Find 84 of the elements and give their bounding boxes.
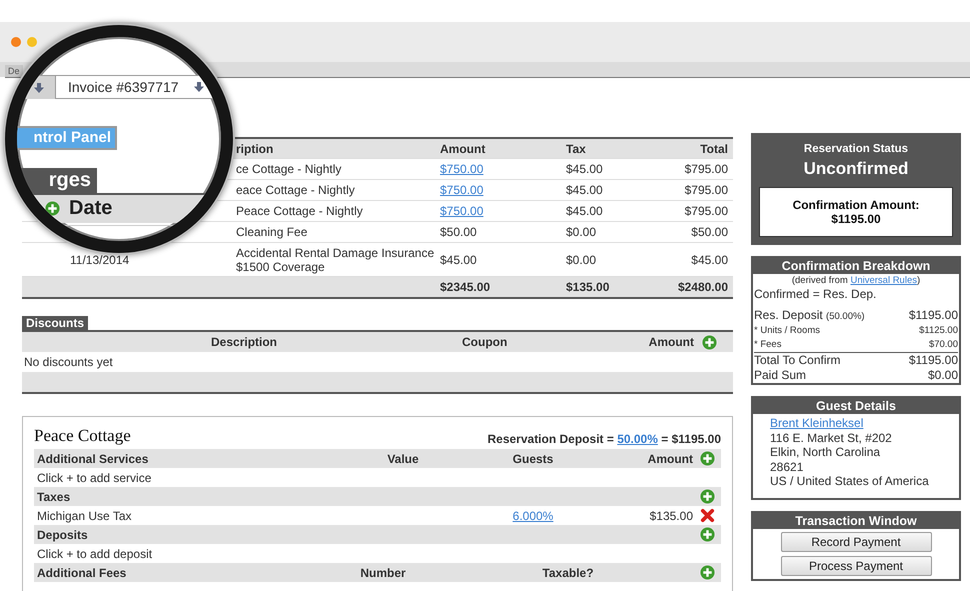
amount-value: $1195.00 xyxy=(830,212,882,226)
column-header: Guests xyxy=(512,452,554,466)
tax-rate-link[interactable]: 6.000% xyxy=(512,508,554,522)
empty-hint: Click + to add service xyxy=(37,470,152,484)
browser-tab[interactable]: De xyxy=(5,65,23,77)
empty-hint: No discounts yet xyxy=(23,355,114,369)
address-line: US / United States of America xyxy=(770,474,930,488)
table-cell-text: $45.00 xyxy=(566,204,604,218)
control-panel-button[interactable]: ntrol Panel xyxy=(17,126,117,150)
column-header: Number xyxy=(359,566,407,580)
panel-title: Guest Details xyxy=(753,398,959,414)
amount-link[interactable]: $750.00 xyxy=(440,183,484,197)
column-header: Amount xyxy=(648,335,694,349)
status-text: Unconfirmed xyxy=(802,159,910,179)
total-cell-text: $135.00 xyxy=(566,280,610,294)
deposit-summary: Reservation Deposit = 50.00% = $1195.00 xyxy=(487,432,721,446)
unit-name: Peace Cottage xyxy=(34,426,131,446)
column-header: Description xyxy=(210,335,278,349)
table-cell-text: $45.00 xyxy=(440,252,478,266)
payment-button[interactable]: Record Payment xyxy=(780,532,932,552)
table-cell-text: eace Cottage - Nightly xyxy=(236,183,356,197)
address-line: Elkin, North Carolina xyxy=(770,445,882,460)
total-cell-text: $2480.00 xyxy=(676,280,729,294)
rule-text: Confirmed = Res. Dep. xyxy=(754,286,878,302)
amount-link[interactable]: $750.00 xyxy=(440,204,484,218)
column-header: Amount xyxy=(440,142,486,156)
deposit-percent-link[interactable]: 50.00% xyxy=(617,432,658,446)
amount-link[interactable]: $750.00 xyxy=(440,162,484,176)
breakdown-label: Paid Sum xyxy=(754,368,806,383)
column-header: Date xyxy=(69,196,112,221)
section-title: Deposits xyxy=(37,528,89,542)
column-header: Total xyxy=(699,142,729,156)
breakdown-label: * Fees xyxy=(754,338,782,352)
panel-title: Transaction Window xyxy=(753,512,959,528)
breakdown-label: * Units / Rooms xyxy=(754,324,820,338)
table-cell-text: $50.00 xyxy=(690,225,729,239)
panel-title: Reservation Status xyxy=(802,143,910,155)
table-cell-text: Cleaning Fee xyxy=(236,225,308,239)
breakdown-value: $1125.00 xyxy=(919,324,958,338)
section-label: Discounts xyxy=(22,316,88,330)
table-cell-text: $0.00 xyxy=(566,252,598,266)
breakdown-value: $70.00 xyxy=(928,338,958,352)
tax-name: Michigan Use Tax xyxy=(37,508,132,522)
table-cell-text: $45.00 xyxy=(566,183,604,197)
address-line: 28621 xyxy=(770,460,804,474)
column-header: Amount xyxy=(646,452,693,466)
breakdown-value: $1195.00 xyxy=(908,308,958,324)
derived-note: (derived from Universal Rules) xyxy=(790,275,922,286)
table-cell-text: $795.00 xyxy=(684,204,729,218)
table-cell-text: Accidental Rental Damage Insurance $1500 Coverage xyxy=(236,246,436,274)
column-header: Tax xyxy=(566,142,587,156)
table-cell-text: ce Cottage - Nightly xyxy=(236,162,342,176)
section-title: Additional Services xyxy=(37,452,150,466)
column-header: Coupon xyxy=(461,335,508,349)
table-cell-text: 11/13/2014 xyxy=(69,252,130,266)
table-cell-text: $0.00 xyxy=(566,225,598,239)
breakdown-value: $0.00 xyxy=(928,368,958,383)
total-cell-text: $2345.00 xyxy=(440,280,492,294)
amount-label: Confirmation Amount: xyxy=(792,198,920,212)
column-header: Taxable? xyxy=(541,566,595,580)
section-title: Taxes xyxy=(37,490,72,504)
guest-name-link[interactable]: Brent Kleinheksel xyxy=(770,416,864,430)
delete-icon[interactable] xyxy=(700,508,714,523)
table-cell-text: $795.00 xyxy=(684,162,729,176)
rules-link[interactable]: Universal Rules xyxy=(850,275,917,286)
down-arrow-icon[interactable] xyxy=(192,81,205,93)
address-line: 116 E. Market St, #202 xyxy=(770,430,893,445)
breakdown-value: $1195.00 xyxy=(908,353,958,368)
column-header: Value xyxy=(386,452,420,466)
column-header: ription xyxy=(236,142,274,156)
payment-button[interactable]: Process Payment xyxy=(780,556,932,576)
table-cell-text: $45.00 xyxy=(690,252,729,266)
breakdown-label: Total To Confirm xyxy=(754,353,840,368)
table-cell-text: $795.00 xyxy=(684,183,729,197)
empty-hint: Click + to add deposit xyxy=(37,546,154,560)
table-cell-text: $45.00 xyxy=(566,162,604,176)
section-title: Additional Fees xyxy=(37,566,128,580)
table-cell-text: Peace Cottage - Nightly xyxy=(236,204,364,218)
tax-amount: $135.00 xyxy=(648,508,693,522)
down-arrow-icon[interactable] xyxy=(33,82,45,94)
breakdown-label: Res. Deposit (50.00%) xyxy=(754,308,865,324)
table-cell-text: $50.00 xyxy=(440,225,478,239)
add-icon[interactable] xyxy=(45,201,60,216)
panel-title: Confirmation Breakdown xyxy=(753,258,959,274)
